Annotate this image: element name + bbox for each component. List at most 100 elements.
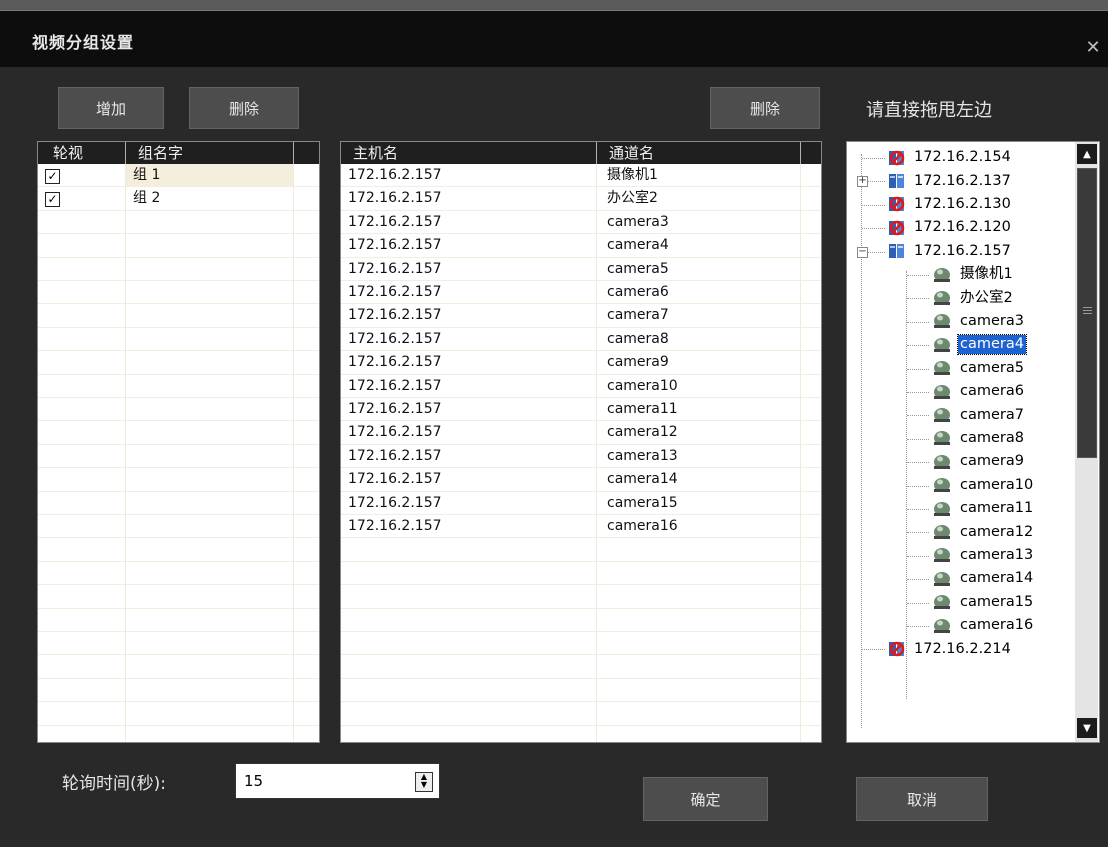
table-row[interactable]: 172.16.2.157 camera12: [341, 421, 821, 445]
table-row[interactable]: [38, 351, 319, 375]
table-row[interactable]: [38, 304, 319, 328]
table-row[interactable]: [38, 258, 319, 281]
table-row[interactable]: [38, 468, 319, 492]
delete-channel-button[interactable]: 删除: [710, 87, 820, 129]
delete-group-button[interactable]: 删除: [189, 87, 299, 129]
collapse-icon[interactable]: −: [857, 246, 868, 258]
table-row[interactable]: 172.16.2.157 camera8: [341, 328, 821, 352]
channel-list[interactable]: 主机名 通道名 172.16.2.157 摄像机1 172.16.2.157 办公室2…: [340, 141, 822, 743]
table-row[interactable]: [38, 679, 319, 703]
table-row[interactable]: [38, 609, 319, 632]
tree-item[interactable]: 172.16.2.130: [887, 193, 1013, 216]
tree-item[interactable]: 172.16.2.137: [887, 169, 1013, 192]
table-row[interactable]: [38, 211, 319, 235]
tree-item[interactable]: 172.16.2.157: [887, 240, 1013, 263]
table-row[interactable]: 172.16.2.157 摄像机1: [341, 164, 821, 188]
tree-item[interactable]: 172.16.2.154: [887, 146, 1013, 169]
table-row[interactable]: [341, 538, 821, 562]
spinner-arrows-icon[interactable]: ▲ ▼: [415, 772, 433, 792]
tree-item[interactable]: camera13: [931, 544, 1035, 567]
table-row[interactable]: [38, 702, 319, 726]
table-row[interactable]: [341, 702, 821, 726]
polling-checkbox[interactable]: ✓: [45, 169, 60, 184]
column-header-group-name[interactable]: 组名字: [126, 142, 294, 164]
channel-name-cell: camera15: [607, 494, 678, 511]
table-row[interactable]: [38, 492, 319, 515]
ok-button[interactable]: 确定: [643, 777, 768, 821]
tree-item[interactable]: camera7: [931, 403, 1026, 426]
channel-name-cell: 摄像机1: [607, 167, 658, 183]
table-row[interactable]: [341, 679, 821, 703]
channel-name-cell: camera11: [607, 401, 678, 417]
table-row[interactable]: [38, 328, 319, 352]
title-bar[interactable]: 视频分组设置 ✕: [0, 10, 1108, 67]
tree-item[interactable]: camera9: [931, 450, 1026, 473]
tree-item[interactable]: camera12: [931, 520, 1035, 543]
table-row[interactable]: 172.16.2.157 camera11: [341, 398, 821, 422]
tree-item[interactable]: camera5: [931, 357, 1026, 380]
tree-item[interactable]: camera15: [931, 591, 1035, 614]
table-row[interactable]: 172.16.2.157 camera10: [341, 375, 821, 398]
table-row[interactable]: 172.16.2.157 camera9: [341, 351, 821, 375]
tree-item-label: 172.16.2.120: [914, 219, 1011, 236]
scroll-up-icon[interactable]: ▲: [1077, 144, 1097, 164]
table-row[interactable]: [38, 585, 319, 609]
close-icon[interactable]: ✕: [1084, 39, 1102, 57]
table-row[interactable]: [341, 726, 821, 742]
tree-item[interactable]: 172.16.2.214: [887, 637, 1013, 660]
tree-item[interactable]: camera3: [931, 310, 1026, 333]
table-row[interactable]: 172.16.2.157 camera13: [341, 445, 821, 469]
table-row[interactable]: [341, 632, 821, 656]
table-row[interactable]: 172.16.2.157 camera15: [341, 492, 821, 515]
add-group-button[interactable]: 增加: [58, 87, 164, 129]
table-row[interactable]: ✓ 组 1: [38, 164, 319, 188]
table-row[interactable]: [341, 562, 821, 586]
group-list[interactable]: 轮视 组名字 ✓ 组 1 ✓ 组 2: [37, 141, 320, 743]
cancel-button[interactable]: 取消: [856, 777, 988, 821]
column-header-polling[interactable]: 轮视: [38, 142, 126, 164]
table-row[interactable]: [38, 445, 319, 469]
scroll-thumb[interactable]: [1077, 168, 1097, 458]
tree-item[interactable]: camera8: [931, 427, 1026, 450]
table-row[interactable]: 172.16.2.157 办公室2: [341, 187, 821, 211]
table-row[interactable]: [341, 585, 821, 609]
table-row[interactable]: 172.16.2.157 camera5: [341, 258, 821, 281]
tree-item[interactable]: camera4: [931, 333, 1027, 356]
device-tree[interactable]: 172.16.2.154 + 172.16.2.137 172.16.2.130 …: [846, 141, 1100, 743]
table-row[interactable]: [38, 726, 319, 742]
tree-item[interactable]: camera10: [931, 474, 1035, 497]
tree-item[interactable]: 172.16.2.120: [887, 216, 1013, 239]
column-header-channel-name[interactable]: 通道名: [597, 142, 801, 164]
column-header-host-name[interactable]: 主机名: [341, 142, 597, 164]
tree-item[interactable]: camera14: [931, 567, 1035, 590]
expand-icon[interactable]: +: [857, 176, 868, 188]
tree-item[interactable]: 办公室2: [931, 286, 1015, 309]
polling-time-input[interactable]: 15 ▲ ▼: [235, 763, 440, 799]
table-row[interactable]: [341, 655, 821, 679]
table-row[interactable]: [38, 234, 319, 258]
tree-item[interactable]: 摄像机1: [931, 263, 1015, 286]
table-row[interactable]: [38, 562, 319, 586]
table-row[interactable]: 172.16.2.157 camera14: [341, 468, 821, 492]
table-row[interactable]: [38, 655, 319, 679]
polling-checkbox[interactable]: ✓: [45, 192, 60, 208]
table-row[interactable]: ✓ 组 2: [38, 187, 319, 211]
table-row[interactable]: 172.16.2.157 camera4: [341, 234, 821, 258]
table-row[interactable]: 172.16.2.157 camera7: [341, 304, 821, 328]
table-row[interactable]: [38, 538, 319, 562]
table-row[interactable]: 172.16.2.157 camera3: [341, 211, 821, 235]
table-row[interactable]: [38, 421, 319, 445]
table-row[interactable]: [38, 281, 319, 305]
tree-item[interactable]: camera6: [931, 380, 1026, 403]
table-row[interactable]: [38, 515, 319, 539]
tree-scrollbar[interactable]: ▲ ▼: [1075, 142, 1098, 742]
scroll-down-icon[interactable]: ▼: [1077, 718, 1097, 738]
tree-item[interactable]: camera16: [931, 614, 1035, 637]
tree-item[interactable]: camera11: [931, 497, 1035, 520]
table-row[interactable]: [38, 398, 319, 422]
table-row[interactable]: [38, 632, 319, 656]
table-row[interactable]: [38, 375, 319, 398]
table-row[interactable]: 172.16.2.157 camera16: [341, 515, 821, 539]
table-row[interactable]: [341, 609, 821, 632]
table-row[interactable]: 172.16.2.157 camera6: [341, 281, 821, 305]
